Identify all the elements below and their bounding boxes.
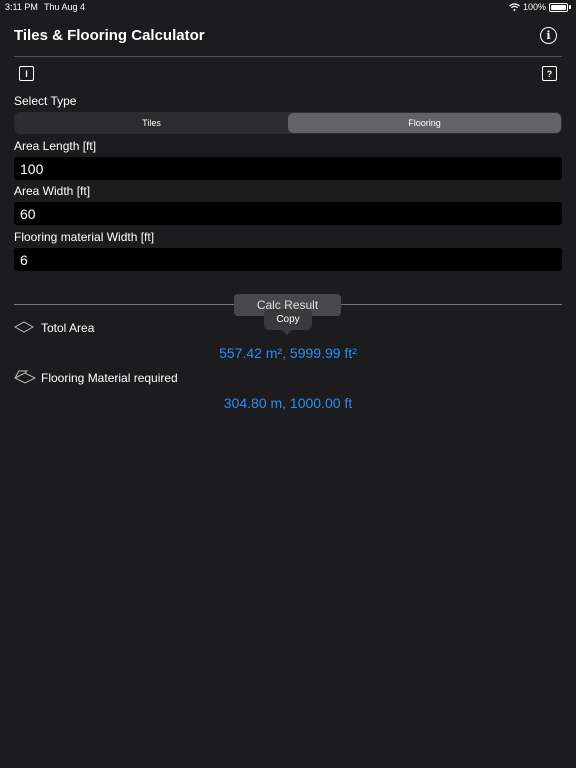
wifi-icon xyxy=(509,3,520,11)
segment-tiles[interactable]: Tiles xyxy=(15,113,288,133)
status-right: 100% xyxy=(509,2,571,12)
select-type-label: Select Type xyxy=(14,94,77,108)
page-title: Tiles & Flooring Calculator xyxy=(14,27,205,44)
area-width-label: Area Width [ft] xyxy=(14,184,91,198)
battery-percent: 100% xyxy=(522,2,546,12)
battery-icon xyxy=(549,2,568,12)
area-icon xyxy=(14,321,34,333)
material-width-label: Flooring material Width [ft] xyxy=(14,230,155,244)
material-required-label: Flooring Material required xyxy=(41,371,178,385)
material-required-value[interactable]: 304.80 m, 1000.00 ft xyxy=(0,395,576,411)
nav-divider xyxy=(14,56,562,57)
status-time: 3:11 PM xyxy=(5,2,38,12)
area-width-input[interactable]: 60 xyxy=(14,202,562,225)
area-length-label: Area Length [ft] xyxy=(14,139,97,153)
total-area-value[interactable]: 557.42 m², 5999.99 ft² xyxy=(0,345,576,361)
battery-tip xyxy=(569,5,571,9)
help-icon[interactable]: ? xyxy=(542,66,557,81)
type-segmented-control[interactable]: Tiles Flooring xyxy=(14,112,562,134)
segment-flooring[interactable]: Flooring xyxy=(288,113,561,133)
status-bar: 3:11 PM Thu Aug 4 100% xyxy=(0,0,576,14)
clear-icon[interactable]: I xyxy=(19,66,34,81)
info-icon[interactable]: i xyxy=(540,27,557,44)
material-width-input[interactable]: 6 xyxy=(14,248,562,271)
copy-tooltip[interactable]: Copy xyxy=(264,309,312,335)
status-date: Thu Aug 4 xyxy=(44,2,86,12)
flooring-icon xyxy=(14,370,36,384)
area-length-input[interactable]: 100 xyxy=(14,157,562,180)
total-area-label: Totol Area xyxy=(41,321,95,335)
